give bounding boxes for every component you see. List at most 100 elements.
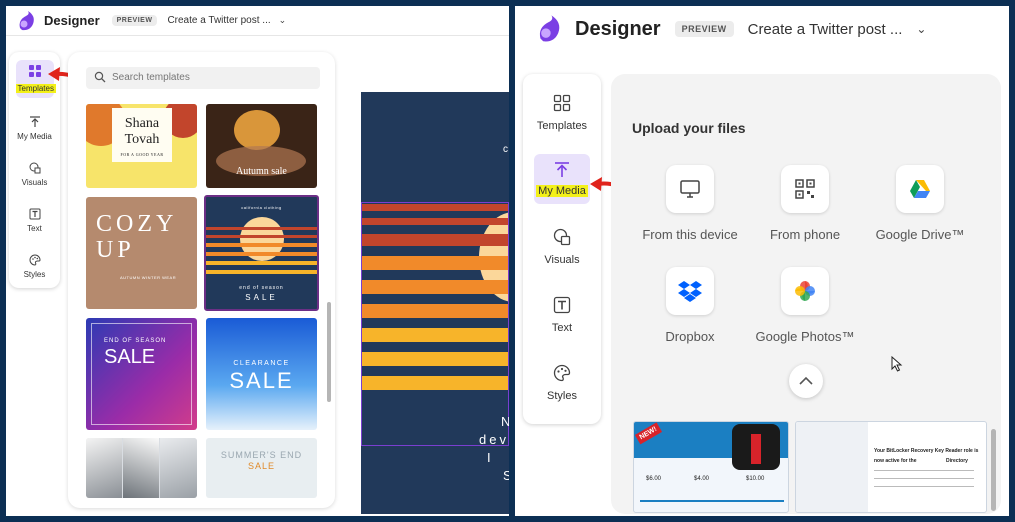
gallery-scrollbar[interactable] — [327, 302, 331, 402]
rail-item-templates[interactable]: Templates — [523, 94, 601, 132]
shana-line1: Shana — [124, 116, 160, 131]
image-icon — [29, 162, 40, 174]
nav-rail: Templates My Media Visuals Text Styles — [523, 74, 601, 424]
rail-label-visuals: Visuals — [21, 178, 48, 187]
rail-label-visuals: Visuals — [544, 254, 580, 266]
template-shana-tovah[interactable]: Shana Tovah FOR A GOOD YEAR — [86, 104, 197, 188]
rail-label-styles: Styles — [23, 270, 46, 279]
nav-rail: Templates My Media Visuals Text Styles — [9, 52, 60, 288]
cozy-line1: COZY — [96, 211, 178, 237]
cozy-sub: AUTUMN WINTER WEAR — [120, 275, 177, 280]
source-label-google-photos: Google Photos™ — [755, 329, 855, 344]
palette-icon — [553, 364, 571, 382]
sunset-line1: end of season — [239, 285, 284, 291]
canvas-text-2: N — [501, 414, 509, 429]
mouse-cursor-icon — [891, 356, 903, 372]
qr-code-icon — [795, 179, 815, 199]
template-summers-end-sale[interactable]: SUMMER'S END SALE — [206, 438, 317, 498]
search-input[interactable]: Search templates — [86, 67, 320, 89]
media-email-line3: Directory — [946, 458, 968, 464]
text-icon — [553, 296, 571, 314]
upload-icon — [555, 162, 569, 177]
design-canvas: c N dev I S — [361, 92, 509, 514]
upload-icon — [29, 116, 40, 127]
source-label-google-drive: Google Drive™ — [875, 227, 965, 242]
media-email-screenshot[interactable]: Your BitLocker Recovery Key Reader role … — [795, 421, 987, 513]
season-top: END OF SEASON — [104, 338, 167, 344]
template-autumn-sale[interactable]: Autumn sale — [206, 104, 317, 188]
template-end-of-season-sale[interactable]: END OF SEASON SALE — [86, 318, 197, 430]
media-email-line1: Your BitLocker Recovery Key Reader role … — [874, 448, 979, 454]
chevron-up-icon — [799, 376, 813, 385]
project-name[interactable]: Create a Twitter post ... — [167, 15, 270, 26]
clearance-line1: CLEARANCE — [233, 360, 290, 367]
template-gallery: Search templates Shana Tovah FOR A GOOD … — [68, 52, 335, 508]
rail-item-text[interactable]: Text — [9, 208, 60, 233]
designer-logo-icon — [539, 15, 560, 42]
rail-item-styles[interactable]: Styles — [9, 254, 60, 279]
source-label-dropbox: Dropbox — [665, 329, 715, 344]
templates-icon — [553, 94, 571, 112]
collapse-button[interactable] — [789, 364, 823, 398]
source-from-phone[interactable]: From phone — [745, 165, 865, 242]
preview-badge: PREVIEW — [111, 15, 158, 26]
media-scrollbar[interactable] — [991, 429, 996, 511]
source-google-photos[interactable]: Google Photos™ — [745, 267, 865, 344]
template-cozy-up[interactable]: COZY UP AUTUMN WINTER WEAR — [86, 197, 197, 309]
media-email-line2: now active for the — [874, 458, 917, 464]
shana-line2: Tovah — [124, 132, 160, 147]
media-pricing-image[interactable]: NEW! $6.00 $4.00 $10.00 — [633, 421, 789, 513]
templates-icon — [28, 65, 41, 77]
rail-label-templates: Templates — [536, 120, 588, 132]
image-icon — [553, 228, 571, 246]
google-drive-icon — [910, 180, 930, 198]
monitor-icon — [680, 180, 700, 198]
rail-item-text[interactable]: Text — [523, 296, 601, 334]
app-header: Designer PREVIEW Create a Twitter post .… — [515, 6, 1009, 52]
template-sunset-sale[interactable]: california clothing end of season SALE — [204, 195, 319, 311]
canvas-text-1: c — [503, 144, 509, 155]
rail-item-visuals[interactable]: Visuals — [523, 228, 601, 266]
canvas-text-3: dev — [479, 432, 509, 447]
sunset-line2: SALE — [245, 293, 278, 302]
search-placeholder: Search templates — [112, 72, 190, 83]
rail-item-templates[interactable]: Templates — [9, 60, 60, 98]
left-screenshot: Designer PREVIEW Create a Twitter post .… — [6, 6, 509, 516]
app-name: Designer — [575, 17, 661, 40]
template-ski-photos[interactable] — [86, 438, 197, 498]
preview-badge: PREVIEW — [674, 21, 734, 37]
rail-item-my-media[interactable]: My Media — [523, 154, 601, 204]
text-icon — [29, 208, 40, 220]
source-label-phone: From phone — [769, 227, 841, 242]
source-google-drive[interactable]: Google Drive™ — [860, 165, 980, 242]
project-name[interactable]: Create a Twitter post ... — [748, 21, 903, 38]
rail-label-my-media: My Media — [17, 132, 52, 141]
search-icon — [94, 71, 106, 83]
upload-panel: Upload your files From this device From … — [611, 74, 1001, 514]
season-title: SALE — [104, 346, 156, 368]
rail-item-styles[interactable]: Styles — [523, 364, 601, 402]
dropbox-icon — [678, 281, 702, 302]
rail-label-text: Text — [551, 322, 573, 334]
google-photos-icon — [795, 281, 815, 301]
rail-label-my-media: My Media — [536, 185, 588, 197]
right-screenshot: Designer PREVIEW Create a Twitter post .… — [515, 6, 1009, 516]
source-label-device: From this device — [642, 227, 738, 242]
chevron-down-icon[interactable]: ⌄ — [279, 15, 287, 26]
summer-line1: SUMMER'S END — [220, 450, 303, 460]
media-price-3: $10.00 — [746, 476, 765, 482]
chevron-down-icon[interactable]: ⌄ — [916, 22, 926, 36]
source-dropbox[interactable]: Dropbox — [630, 267, 750, 344]
autumn-title: Autumn sale — [236, 166, 287, 177]
rail-item-my-media[interactable]: My Media — [9, 116, 60, 141]
source-from-device[interactable]: From this device — [630, 165, 750, 242]
sunset-brand: california clothing — [241, 205, 282, 210]
app-name: Designer — [44, 13, 100, 28]
summer-line2: SALE — [247, 461, 275, 471]
canvas-text-5: S — [503, 468, 509, 483]
template-clearance-sale[interactable]: CLEARANCE SALE — [206, 318, 317, 430]
rail-item-visuals[interactable]: Visuals — [9, 162, 60, 187]
media-price-1: $6.00 — [646, 476, 662, 482]
designer-logo-icon — [19, 10, 34, 30]
rail-label-templates: Templates — [15, 84, 56, 93]
